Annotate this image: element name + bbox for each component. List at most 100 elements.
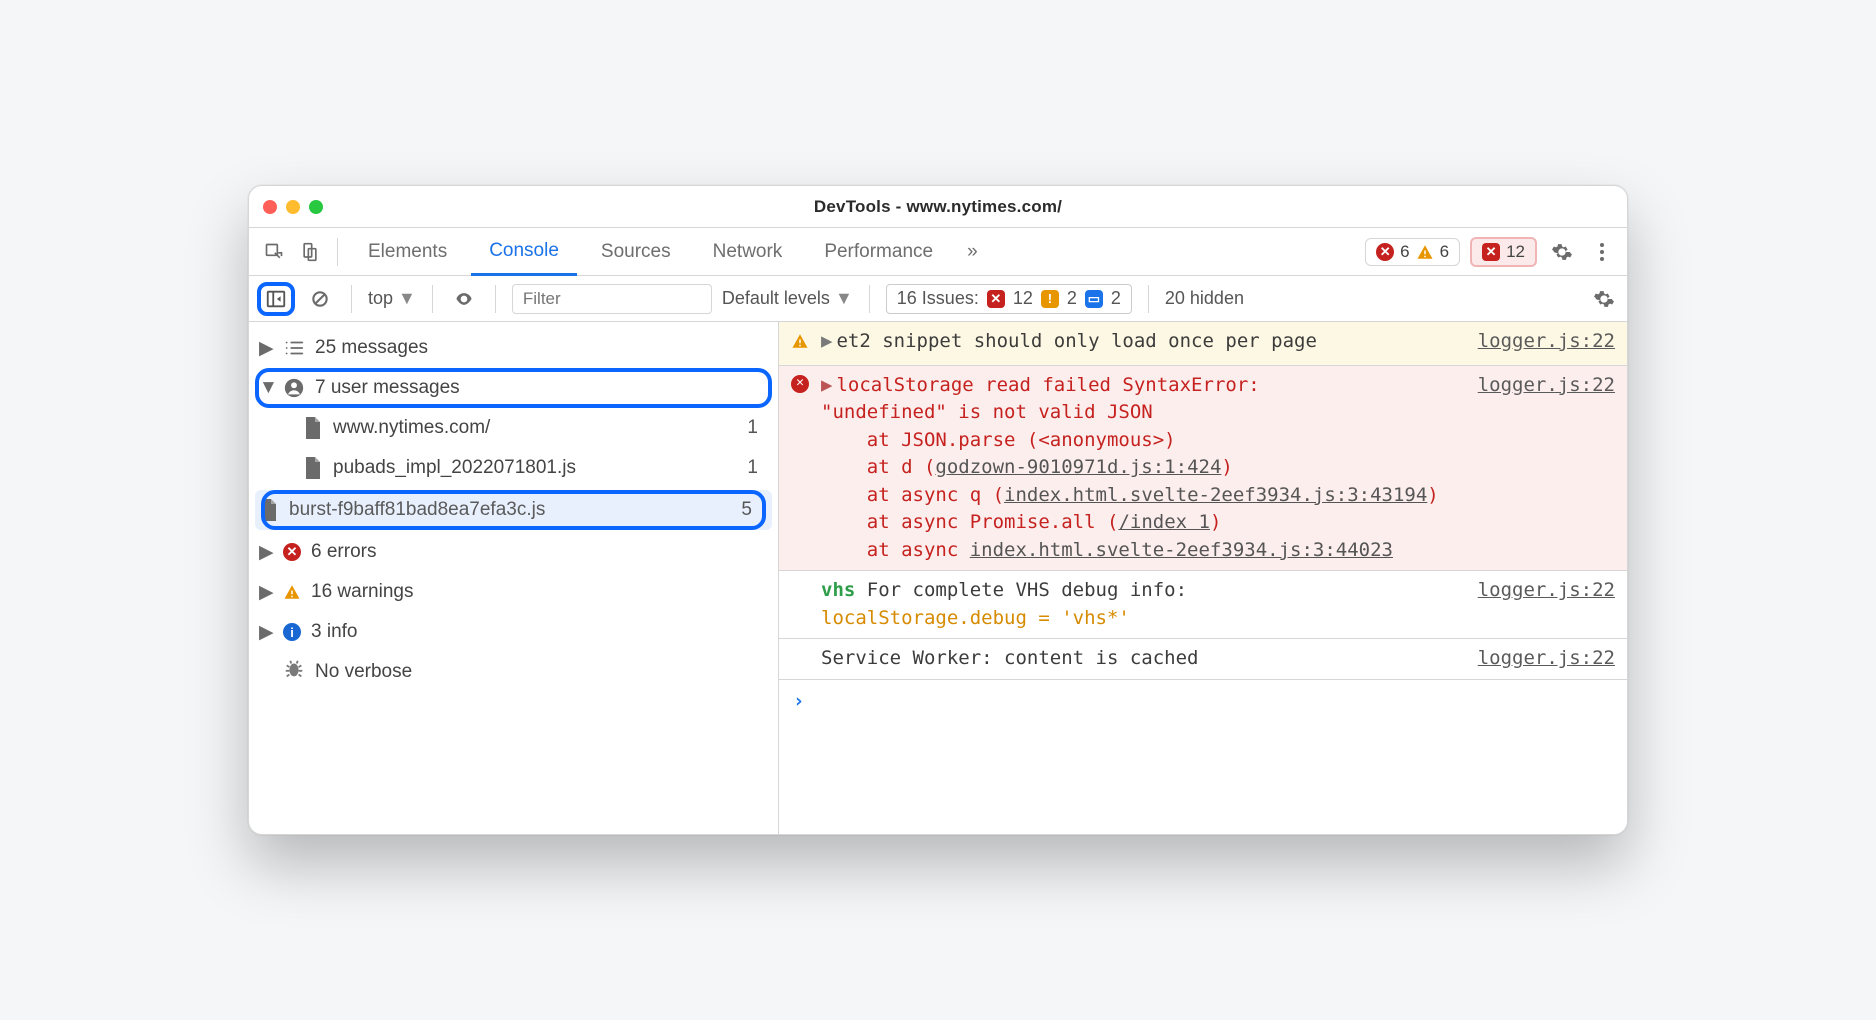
error-warn-pill[interactable]: ✕ 6 6 [1365, 238, 1460, 266]
log-message: Service Worker: content is cached [821, 645, 1468, 673]
issues-warn-icon: ! [1041, 290, 1059, 308]
clear-console-icon[interactable] [305, 284, 335, 314]
console-log: ▶et2 snippet should only load once per p… [779, 322, 1627, 834]
device-toggle-icon[interactable] [295, 237, 325, 267]
separator [1148, 285, 1149, 313]
issues-chip[interactable]: 16 Issues: ✕ 12 ! 2 ▭ 2 [886, 284, 1132, 314]
sidebar-source-item[interactable]: www.nytimes.com/ 1 [249, 408, 778, 448]
console-prompt[interactable]: › [779, 680, 1627, 724]
stack-link[interactable]: index.html.svelte-2eef3934.js:3:43194 [1004, 484, 1427, 506]
source-link[interactable]: logger.js:22 [1478, 645, 1615, 673]
tab-console[interactable]: Console [471, 228, 577, 276]
log-message: ▶et2 snippet should only load once per p… [821, 328, 1468, 359]
source-name: www.nytimes.com/ [333, 417, 490, 439]
warning-icon [283, 583, 301, 601]
user-icon [283, 377, 305, 399]
sidebar-verbose[interactable]: No verbose [249, 652, 778, 692]
log-entry-info[interactable]: vhs For complete VHS debug info: localSt… [779, 571, 1627, 639]
tabs-overflow[interactable]: » [957, 228, 988, 276]
source-name: burst-f9baff81bad8ea7efa3c.js [289, 499, 545, 521]
log-entry-warning[interactable]: ▶et2 snippet should only load once per p… [779, 322, 1627, 366]
blank-icon [791, 645, 811, 673]
titlebar: DevTools - www.nytimes.com/ [249, 186, 1627, 228]
source-link[interactable]: logger.js:22 [1478, 372, 1615, 565]
source-link[interactable]: logger.js:22 [1478, 328, 1615, 359]
tab-elements[interactable]: Elements [350, 228, 465, 276]
tab-sources[interactable]: Sources [583, 228, 689, 276]
stack-link[interactable]: /index 1 [1118, 511, 1210, 533]
separator [869, 285, 870, 313]
log-message: ▶localStorage read failed SyntaxError: "… [821, 372, 1468, 565]
live-expression-icon[interactable] [449, 284, 479, 314]
console-sidebar: ▶ 25 messages ▼ 7 user messages www.nyti… [249, 322, 779, 834]
filter-input[interactable] [512, 284, 712, 314]
warning-icon [1416, 243, 1434, 261]
errors-label: 6 errors [311, 541, 376, 563]
ext-error-pill[interactable]: ✕ 12 [1470, 237, 1537, 267]
tab-network[interactable]: Network [695, 228, 801, 276]
console-settings-icon[interactable] [1589, 284, 1619, 314]
log-levels-dropdown[interactable]: Default levels ▼ [722, 288, 853, 309]
separator [351, 285, 352, 313]
ext-error-icon: ✕ [1482, 243, 1500, 261]
error-icon: ✕ [283, 543, 301, 561]
main-tabbar: Elements Console Sources Network Perform… [249, 228, 1627, 276]
sidebar-user-messages[interactable]: ▼ 7 user messages [249, 368, 778, 408]
kebab-menu-icon[interactable] [1587, 237, 1617, 267]
window-controls [263, 200, 323, 214]
toggle-sidebar-button[interactable] [257, 282, 295, 316]
inspect-element-icon[interactable] [259, 237, 289, 267]
expand-icon: ▶ [259, 581, 273, 604]
warning-icon [791, 328, 811, 359]
minimize-window[interactable] [286, 200, 300, 214]
console-content: ▶ 25 messages ▼ 7 user messages www.nyti… [249, 322, 1627, 834]
expand-caret[interactable]: ▶ [821, 374, 832, 396]
stack-link[interactable]: godzown-9010971d.js:1:424 [935, 456, 1221, 478]
close-window[interactable] [263, 200, 277, 214]
ext-error-count: 12 [1506, 242, 1525, 262]
sidebar-info[interactable]: ▶ i 3 info [249, 612, 778, 652]
file-icon [303, 457, 323, 479]
zoom-window[interactable] [309, 200, 323, 214]
settings-icon[interactable] [1547, 237, 1577, 267]
error-icon: ✕ [1376, 243, 1394, 261]
sidebar-source-item[interactable]: pubads_impl_2022071801.js 1 [249, 448, 778, 488]
source-count: 1 [747, 417, 768, 439]
sidebar-messages[interactable]: ▶ 25 messages [249, 328, 778, 368]
list-icon [283, 339, 305, 357]
error-count: 6 [1400, 242, 1409, 262]
verbose-label: No verbose [315, 661, 412, 683]
source-count: 5 [741, 499, 762, 521]
source-name: pubads_impl_2022071801.js [333, 457, 576, 479]
sidebar-warnings[interactable]: ▶ 16 warnings [249, 572, 778, 612]
context-selector[interactable]: top ▼ [368, 288, 416, 309]
devtools-window: DevTools - www.nytimes.com/ Elements Con… [248, 185, 1628, 835]
log-entry-info[interactable]: Service Worker: content is cached logger… [779, 639, 1627, 680]
sidebar-errors[interactable]: ▶ ✕ 6 errors [249, 532, 778, 572]
messages-label: 25 messages [315, 337, 428, 359]
issues-info-count: 2 [1111, 288, 1121, 309]
window-title: DevTools - www.nytimes.com/ [433, 197, 1443, 217]
source-link[interactable]: logger.js:22 [1478, 577, 1615, 632]
hidden-count[interactable]: 20 hidden [1165, 288, 1244, 309]
issues-info-icon: ▭ [1085, 290, 1103, 308]
source-count: 1 [747, 457, 768, 479]
info-icon: i [283, 623, 301, 641]
expand-caret[interactable]: ▶ [821, 330, 832, 352]
log-entry-error[interactable]: ✕ ▶localStorage read failed SyntaxError:… [779, 366, 1627, 572]
issues-error-icon: ✕ [987, 290, 1005, 308]
separator [495, 285, 496, 313]
tab-performance[interactable]: Performance [806, 228, 951, 276]
blank-icon [791, 577, 811, 632]
issues-warn-count: 2 [1067, 288, 1077, 309]
log-message: vhs For complete VHS debug info: localSt… [821, 577, 1468, 632]
file-icon [303, 417, 323, 439]
error-icon: ✕ [791, 372, 811, 565]
separator [337, 238, 338, 266]
expand-icon: ▶ [259, 621, 273, 644]
separator [432, 285, 433, 313]
sidebar-source-item-selected[interactable]: burst-f9baff81bad8ea7efa3c.js 5 [255, 490, 772, 530]
expand-icon: ▼ [259, 377, 273, 399]
stack-link[interactable]: index.html.svelte-2eef3934.js:3:44023 [970, 539, 1393, 561]
console-toolbar: top ▼ Default levels ▼ 16 Issues: ✕ 12 !… [249, 276, 1627, 322]
